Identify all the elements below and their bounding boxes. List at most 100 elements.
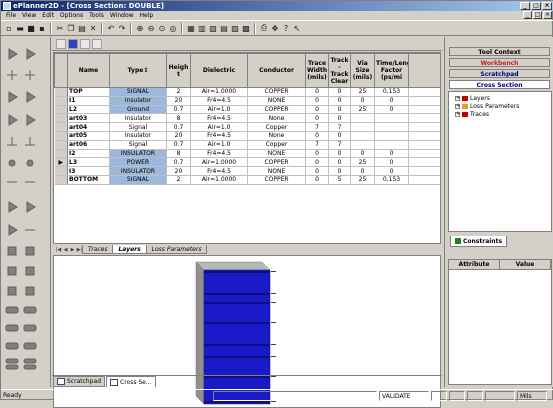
cell-clear[interactable]: 0 (328, 131, 351, 141)
cell-conductor[interactable]: NONE (247, 96, 306, 106)
print-icon[interactable]: ⎙ (259, 23, 269, 33)
tree-item-traces[interactable]: + Traces (455, 110, 549, 118)
menu-window[interactable]: Window (107, 11, 137, 20)
tab-first-icon[interactable]: |◀ (55, 246, 62, 254)
menu-tools[interactable]: Tools (86, 11, 107, 20)
cell-trace[interactable]: 0 (305, 149, 329, 159)
cell-name[interactable]: art04 (67, 122, 110, 132)
table-row[interactable]: ▶ L3 POWER 0.7 Air=1.0000 COPPER 0 0 25 0 (54, 157, 440, 168)
cell-height[interactable]: 0.7 (166, 157, 191, 168)
menu-file[interactable]: File (3, 11, 19, 20)
col-header-conductor[interactable]: Conductor (247, 53, 306, 88)
cell-trace[interactable]: 0 (305, 87, 329, 97)
cell-name[interactable]: L3 (67, 157, 110, 168)
cell-type[interactable]: POWER (109, 157, 167, 168)
cell-via[interactable] (350, 140, 375, 150)
cell-tlf[interactable]: 0 (374, 149, 409, 159)
driver-icon[interactable] (26, 91, 36, 103)
cell-tlf[interactable]: 0 (374, 166, 409, 176)
cell-clear[interactable]: 7 (328, 122, 351, 132)
table-row[interactable]: I2 INSULATOR 8 Fr4=4.5 NONE 0 0 0 0 (54, 149, 440, 159)
cell-dielectric[interactable]: Air=1.0000 (190, 175, 248, 185)
cell-height[interactable]: 0.7 (166, 122, 191, 132)
cell-tlf[interactable]: 0.153 (374, 175, 409, 185)
table-row[interactable]: art04 Signal 0.7 Air=1.0 Copper 7 7 (54, 122, 440, 132)
cell-trace[interactable]: 0 (305, 113, 329, 124)
pan-icon[interactable]: ✥ (270, 23, 280, 33)
cell-trace[interactable]: 0 (305, 157, 329, 168)
col-header-track-clear[interactable]: Track -Track Clear (328, 53, 351, 88)
component-icon[interactable] (25, 246, 35, 256)
cell-via[interactable]: 25 (350, 157, 375, 168)
menu-help[interactable]: Help (137, 11, 157, 20)
cell-type[interactable]: Insulator (109, 96, 167, 106)
connector-icon[interactable] (5, 324, 19, 332)
cell-via[interactable] (350, 131, 375, 141)
doc-tab-scratchpad[interactable]: Scratchpad (53, 376, 105, 387)
cell-type[interactable]: Insulator (109, 131, 167, 141)
table-row[interactable]: BOTTOM SIGNAL 2 Air=1.0000 COPPER 0 5 25 0.153 (54, 175, 440, 185)
row-header[interactable] (54, 166, 68, 176)
scratchpad-button[interactable]: Scratchpad (449, 69, 550, 78)
cell-type[interactable]: SIGNAL (109, 87, 167, 97)
row-header[interactable] (54, 175, 68, 185)
cell-clear[interactable]: 0 (328, 157, 351, 168)
row-header[interactable] (54, 122, 68, 132)
component-icon[interactable] (25, 286, 35, 296)
cell-height[interactable]: 8 (166, 149, 191, 159)
cell-dielectric[interactable]: Fr4=4.5 (190, 131, 248, 141)
connector-icon[interactable] (5, 342, 19, 350)
cell-tlf[interactable]: 0 (374, 157, 409, 168)
cell-conductor[interactable]: NONE (247, 149, 306, 159)
cell-clear[interactable]: 0 (328, 113, 351, 124)
component-icon[interactable] (25, 266, 35, 276)
cell-dielectric[interactable]: Fr4=4.5 (190, 113, 248, 124)
col-header-height[interactable]: Height (166, 53, 191, 88)
cell-tlf[interactable] (374, 122, 409, 132)
cell-conductor[interactable]: None (247, 113, 306, 124)
cell-clear[interactable]: 0 (328, 96, 351, 106)
menu-view[interactable]: View (19, 11, 39, 20)
cell-tlf[interactable]: 0.153 (374, 87, 409, 97)
grid-icon[interactable]: ▦ (186, 23, 196, 33)
receiver-icon[interactable] (26, 114, 36, 126)
undo-icon[interactable]: ↶ (106, 23, 116, 33)
cell-height[interactable]: 2 (166, 175, 191, 185)
expand-icon[interactable]: + (455, 103, 460, 109)
delete-icon[interactable]: ✕ (88, 23, 98, 33)
save-icon[interactable]: ■ (26, 23, 36, 33)
bus-icon[interactable] (23, 364, 37, 370)
stackup-view-icon[interactable] (68, 38, 78, 49)
cell-name[interactable]: art05 (67, 131, 110, 141)
cell-conductor[interactable]: None (247, 131, 306, 141)
cell-name[interactable]: I1 (67, 96, 110, 106)
bus-icon[interactable] (5, 358, 19, 364)
tab-prev-icon[interactable]: ◀ (62, 246, 69, 254)
menu-options[interactable]: Options (57, 11, 86, 20)
source-icon[interactable] (8, 201, 18, 213)
cell-dielectric[interactable]: Air=1.0 (190, 105, 248, 115)
row-header[interactable] (54, 140, 68, 150)
menu-edit[interactable]: Edit (39, 11, 57, 20)
cell-dielectric[interactable]: Air=1.0000 (190, 157, 248, 168)
mdi-close-button[interactable]: × (543, 11, 552, 19)
table-row[interactable]: L2 Ground 0.7 Air=1.0 COPPER 0 0 25 0 (54, 105, 440, 115)
cell-via[interactable]: 0 (350, 166, 375, 176)
cell-name[interactable]: BOTTOM (67, 175, 110, 185)
layers-icon[interactable]: ▥ (197, 23, 207, 33)
expand-icon[interactable]: + (455, 95, 460, 101)
cell-clear[interactable]: 0 (328, 149, 351, 159)
col-header-trace-width[interactable]: Trace Width (mils) (305, 53, 329, 88)
table-row[interactable]: I1 Insulator 20 Fr4=4.5 NONE 0 0 0 0 (54, 96, 440, 106)
zoom-in-icon[interactable]: ⊕ (135, 23, 145, 33)
cell-conductor[interactable]: COPPER (247, 105, 306, 115)
cell-dielectric[interactable]: Air=1.0000 (190, 87, 248, 97)
cell-trace[interactable]: 0 (305, 131, 329, 141)
cell-conductor[interactable]: COPPER (247, 175, 306, 185)
cell-dielectric[interactable]: Air=1.0 (190, 140, 248, 150)
connector-icon[interactable] (23, 342, 37, 350)
cell-name[interactable]: I3 (67, 166, 110, 176)
row-header[interactable] (54, 131, 68, 141)
row-header[interactable] (54, 149, 68, 159)
amplifier-icon[interactable] (8, 224, 18, 236)
